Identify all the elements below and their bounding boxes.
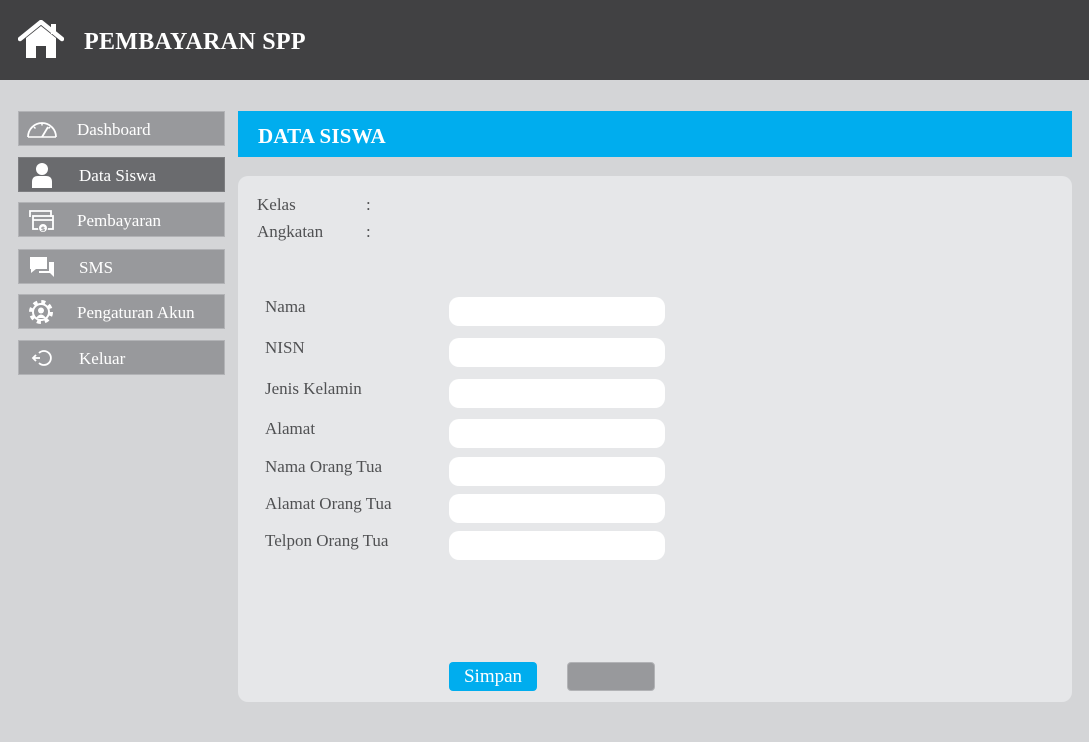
top-bar: PEMBAYARAN SPP (0, 0, 1089, 80)
page-title: DATA SISWA (258, 124, 386, 148)
jenis-kelamin-field[interactable] (449, 379, 665, 408)
sidebar-item-pembayaran[interactable]: $ Pembayaran (18, 202, 225, 237)
nama-orang-tua-field[interactable] (449, 457, 665, 486)
payment-card-icon: $ (29, 210, 54, 233)
sidebar-item-label: Data Siswa (79, 166, 156, 185)
app-title: PEMBAYARAN SPP (84, 29, 306, 55)
speedometer-icon (27, 122, 57, 138)
sidebar-item-pengaturan-akun[interactable]: Pengaturan Akun (18, 294, 225, 329)
logout-icon (31, 350, 52, 366)
alamat-orang-tua-label: Alamat Orang Tua (265, 494, 392, 513)
sidebar-item-label: Pembayaran (77, 211, 162, 230)
save-button[interactable]: Simpan (449, 662, 537, 691)
home-icon[interactable] (18, 20, 64, 60)
nisn-field[interactable] (449, 338, 665, 367)
gear-icon (29, 300, 53, 324)
chat-icon (30, 257, 54, 277)
nisn-label: NISN (265, 338, 305, 357)
nama-orang-tua-label: Nama Orang Tua (265, 457, 383, 476)
alamat-label: Alamat (265, 419, 316, 438)
sidebar-item-keluar[interactable]: Keluar (18, 340, 225, 375)
telpon-orang-tua-label: Telpon Orang Tua (265, 531, 389, 550)
user-icon (32, 163, 52, 188)
sidebar-item-dashboard[interactable]: Dashboard (18, 111, 225, 146)
alamat-orang-tua-field[interactable] (449, 494, 665, 523)
secondary-button[interactable] (567, 662, 655, 691)
angkatan-colon: : (366, 222, 371, 241)
sidebar-item-label: Dashboard (77, 120, 151, 139)
kelas-label: Kelas (257, 195, 296, 214)
kelas-colon: : (366, 195, 371, 214)
angkatan-label: Angkatan (257, 222, 324, 241)
sidebar-item-sms[interactable]: SMS (18, 249, 225, 284)
sidebar-item-data-siswa[interactable]: Data Siswa (18, 157, 225, 192)
sidebar-item-label: Pengaturan Akun (77, 303, 195, 322)
svg-text:$: $ (41, 225, 46, 233)
nama-field[interactable] (449, 297, 665, 326)
alamat-field[interactable] (449, 419, 665, 448)
nama-label: Nama (265, 297, 306, 316)
section-header: DATA SISWA (238, 111, 1072, 157)
jenis-kelamin-label: Jenis Kelamin (265, 379, 362, 398)
telpon-orang-tua-field[interactable] (449, 531, 665, 560)
sidebar-item-label: SMS (79, 258, 114, 277)
sidebar-item-label: Keluar (79, 349, 126, 368)
